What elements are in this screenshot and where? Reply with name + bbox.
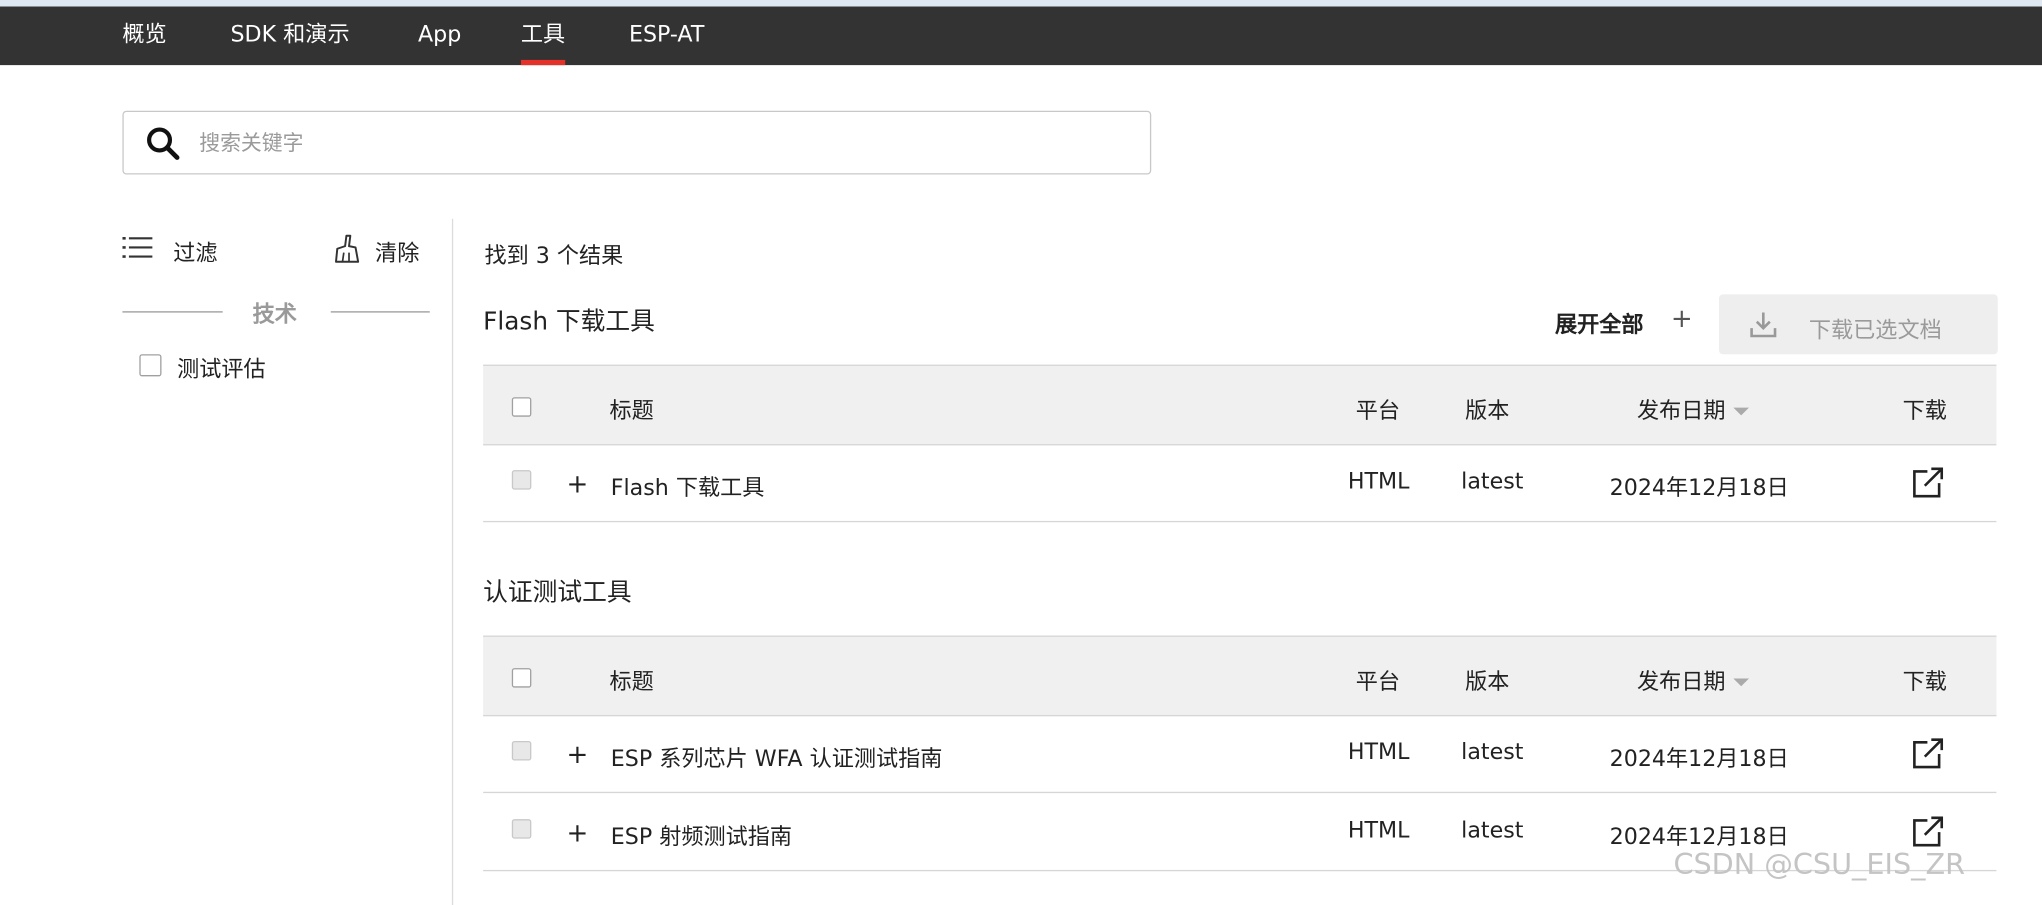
search-icon: [147, 127, 180, 160]
nav-item-esp-at[interactable]: ESP-AT: [629, 7, 704, 66]
clear-button[interactable]: 清除: [375, 234, 419, 267]
external-link-icon[interactable]: [1910, 815, 1944, 849]
nav-item-tools[interactable]: 工具: [520, 7, 566, 66]
col-header-platform: 平台: [1355, 669, 1400, 696]
sort-caret-icon[interactable]: [1733, 678, 1749, 687]
row-checkbox[interactable]: [511, 470, 532, 490]
broom-icon[interactable]: [332, 233, 361, 264]
table-row: + Flash 下载工具 HTML latest 2024年12月18日: [483, 444, 1997, 523]
row-platform: HTML: [1347, 739, 1410, 766]
select-all-checkbox[interactable]: [511, 668, 532, 688]
row-title[interactable]: Flash 下载工具: [611, 469, 765, 501]
row-checkbox[interactable]: [511, 741, 532, 761]
col-header-date[interactable]: 发布日期: [1636, 663, 1749, 696]
row-expand-icon[interactable]: +: [567, 468, 589, 499]
expand-all-plus-icon[interactable]: +: [1671, 302, 1693, 333]
table-header-cert: 标题 平台 版本 发布日期 下载: [483, 635, 1997, 717]
nav-item-sdk-demo[interactable]: SDK 和演示: [231, 7, 350, 66]
results-count: 找到 3 个结果: [484, 243, 624, 270]
group-title-flash: Flash 下载工具: [483, 307, 655, 336]
search-input[interactable]: [199, 126, 1111, 158]
row-title[interactable]: ESP 射频测试指南: [611, 818, 792, 850]
table-header-flash: 标题 平台 版本 发布日期 下载: [483, 364, 1997, 446]
top-nav: 概览 SDK 和演示 App 工具 ESP-AT: [0, 6, 2042, 66]
row-version: latest: [1461, 739, 1524, 766]
row-platform: HTML: [1347, 817, 1410, 844]
expand-all-button[interactable]: 展开全部: [1555, 306, 1644, 339]
section-divider-left: [122, 311, 223, 313]
col-header-version: 版本: [1465, 398, 1510, 425]
external-link-icon[interactable]: [1910, 737, 1944, 771]
download-selected-button[interactable]: 下载已选文档: [1719, 294, 1998, 355]
row-title[interactable]: ESP 系列芯片 WFA 认证测试指南: [611, 740, 943, 772]
filter-checkbox-test-eval[interactable]: [139, 354, 162, 377]
col-header-download: 下载: [1902, 398, 1947, 425]
row-expand-icon[interactable]: +: [567, 738, 589, 769]
col-header-platform: 平台: [1355, 398, 1400, 425]
filter-list-icon: [122, 237, 153, 258]
row-date: 2024年12月18日: [1609, 746, 1789, 773]
download-selected-label: 下载已选文档: [1808, 317, 1942, 344]
row-platform: HTML: [1347, 468, 1410, 495]
nav-item-app[interactable]: App: [418, 7, 461, 66]
section-divider-right: [330, 311, 430, 313]
download-icon: [1750, 312, 1777, 338]
nav-item-overview[interactable]: 概览: [122, 7, 166, 66]
row-expand-icon[interactable]: +: [567, 817, 589, 848]
section-label-technology: 技术: [252, 302, 297, 329]
filter-option-test-eval-label[interactable]: 测试评估: [177, 350, 266, 383]
row-date: 2024年12月18日: [1609, 475, 1789, 502]
col-header-download: 下载: [1902, 669, 1947, 696]
external-link-icon[interactable]: [1910, 466, 1944, 500]
table-row: + ESP 系列芯片 WFA 认证测试指南 HTML latest 2024年1…: [483, 715, 1997, 794]
watermark: CSDN @CSU_EIS_ZR: [1673, 849, 1965, 882]
col-header-title: 标题: [609, 669, 654, 696]
search-box: [122, 110, 1152, 175]
sort-caret-icon[interactable]: [1733, 407, 1749, 416]
sidebar-divider: [451, 218, 454, 905]
col-header-date-label: 发布日期: [1636, 398, 1726, 425]
col-header-version: 版本: [1465, 669, 1510, 696]
row-checkbox[interactable]: [511, 819, 532, 839]
row-date: 2024年12月18日: [1609, 824, 1789, 851]
col-header-title: 标题: [609, 398, 654, 425]
row-version: latest: [1461, 817, 1524, 844]
filter-label: 过滤: [173, 240, 218, 267]
col-header-date[interactable]: 发布日期: [1637, 392, 1749, 425]
row-version: latest: [1461, 468, 1524, 495]
col-header-date-label: 发布日期: [1636, 669, 1726, 696]
select-all-checkbox[interactable]: [511, 397, 532, 417]
group-title-cert: 认证测试工具: [483, 578, 632, 607]
